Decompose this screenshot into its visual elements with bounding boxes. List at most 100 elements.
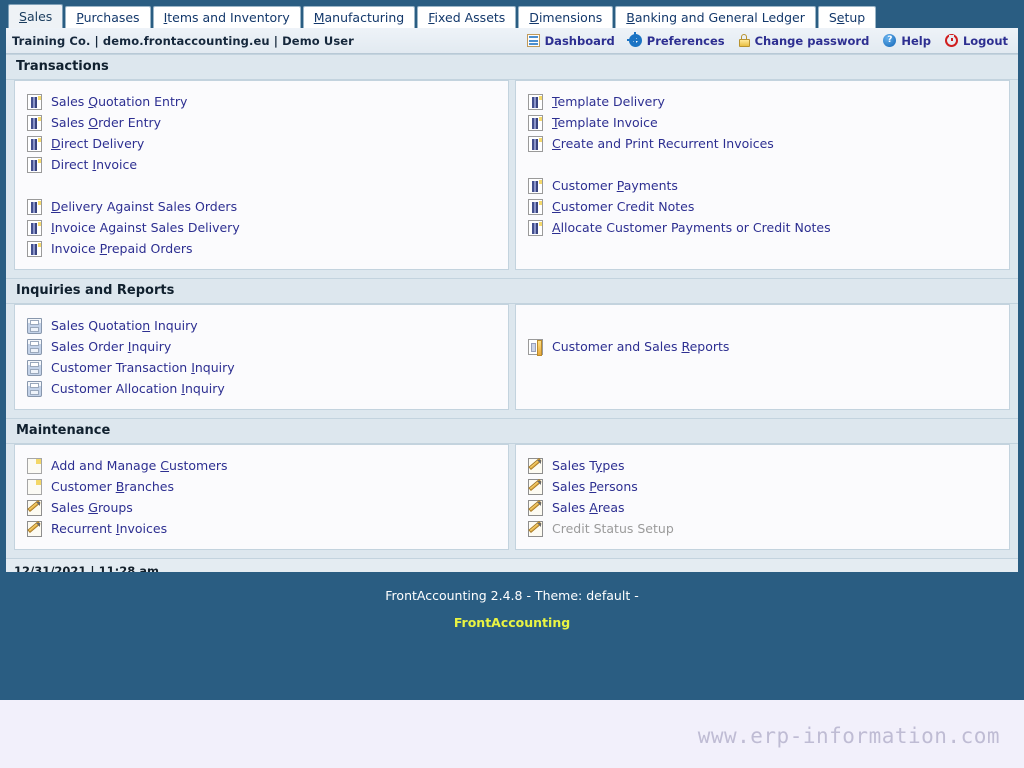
menu-item-sales-types[interactable]: Sales Types [528,455,999,476]
tab-banking-and-general-ledger[interactable]: Banking and General Ledger [615,6,816,28]
menu-item-label: Credit Status Setup [552,521,674,536]
header-link-logout[interactable]: Logout [945,34,1008,48]
menu-column-right: Customer and Sales Reports [515,304,1010,410]
menu-item-recurrent-invoices[interactable]: Recurrent Invoices [27,518,498,539]
tab-dimensions[interactable]: Dimensions [518,6,613,28]
menu-item-credit-status-setup: Credit Status Setup [528,518,999,539]
menu-item-template-invoice[interactable]: Template Invoice [528,112,999,133]
menu-item-customer-branches[interactable]: Customer Branches [27,476,498,497]
menu-column-left: Sales Quotation Entry Sales Order Entry Di… [14,80,509,270]
document-icon [27,157,42,173]
menu-item-label: Sales Groups [51,500,133,515]
document-icon [27,199,42,215]
section-header-transactions: Transactions [6,54,1018,80]
tab-fixed-assets[interactable]: Fixed Assets [417,6,516,28]
menu-item-label: Direct Invoice [51,157,137,172]
menu-item-sales-areas[interactable]: Sales Areas [528,497,999,518]
menu-item-template-delivery[interactable]: Template Delivery [528,91,999,112]
menu-item-allocate-customer-payments-or-credit-notes[interactable]: Allocate Customer Payments or Credit Not… [528,217,999,238]
document-icon [528,199,543,215]
menu-item-label: Sales Persons [552,479,638,494]
date-time-bar: 12/31/2021 | 11:28 am [6,558,1018,572]
inquiry-icon [27,381,42,397]
user-action-links: Dashboard Preferences Change password ?Help… [527,34,1008,48]
page-content: Training Co. | demo.frontaccounting.eu |… [0,28,1024,572]
menu-item-label: Customer Transaction Inquiry [51,360,235,375]
app-footer: FrontAccounting 2.4.8 - Theme: default -… [0,572,1024,684]
section-header-inquiries-and-reports: Inquiries and Reports [6,278,1018,304]
edit-icon [27,500,42,516]
menu-item-sales-quotation-entry[interactable]: Sales Quotation Entry [27,91,498,112]
tab-purchases[interactable]: Purchases [65,6,150,28]
menu-item-label: Invoice Prepaid Orders [51,241,193,256]
inquiry-icon [27,360,42,376]
frontaccounting-link[interactable]: FrontAccounting [454,615,570,630]
tab-manufacturing[interactable]: Manufacturing [303,6,416,28]
menu-item-label: Sales Types [552,458,624,473]
edit-icon [528,479,543,495]
menu-item-sales-groups[interactable]: Sales Groups [27,497,498,518]
document-icon [528,136,543,152]
menu-item-sales-order-entry[interactable]: Sales Order Entry [27,112,498,133]
tab-sales[interactable]: Sales [8,4,63,28]
menu-item-label: Sales Order Entry [51,115,161,130]
tab-setup[interactable]: Setup [818,6,876,28]
menu-item-invoice-against-sales-delivery[interactable]: Invoice Against Sales Delivery [27,217,498,238]
menu-item-label: Sales Order Inquiry [51,339,171,354]
menu-column-left: Sales Quotation Inquiry Sales Order Inqui… [14,304,509,410]
menu-item-label: Add and Manage Customers [51,458,228,473]
lock-icon [739,34,750,47]
page-icon [27,479,42,495]
section-body: Sales Quotation Entry Sales Order Entry Di… [6,80,1018,278]
menu-item-label: Invoice Against Sales Delivery [51,220,240,235]
menu-item-customer-allocation-inquiry[interactable]: Customer Allocation Inquiry [27,378,498,399]
header-link-label: Help [901,34,931,48]
document-icon [27,136,42,152]
menu-item-label: Customer Credit Notes [552,199,694,214]
document-icon [27,94,42,110]
menu-column-right: Template DeliveryTemplate InvoiceCreate … [515,80,1010,270]
watermark-text: www.erp-information.com [698,724,1000,748]
document-icon [27,241,42,257]
menu-item-direct-delivery[interactable]: Direct Delivery [27,133,498,154]
menu-item-delivery-against-sales-orders[interactable]: Delivery Against Sales Orders [27,196,498,217]
version-text: FrontAccounting 2.4.8 - Theme: default - [0,588,1024,603]
document-icon [528,115,543,131]
header-link-change-password[interactable]: Change password [739,34,870,48]
menu-spacer [528,315,999,336]
menu-item-sales-persons[interactable]: Sales Persons [528,476,999,497]
menu-item-customer-credit-notes[interactable]: Customer Credit Notes [528,196,999,217]
menu-item-label: Recurrent Invoices [51,521,167,536]
tab-items-and-inventory[interactable]: Items and Inventory [153,6,301,28]
menu-item-sales-order-inquiry[interactable]: Sales Order Inquiry [27,336,498,357]
header-link-help[interactable]: ?Help [883,34,931,48]
menu-item-customer-and-sales-reports[interactable]: Customer and Sales Reports [528,336,999,357]
header-link-label: Logout [963,34,1008,48]
document-icon [528,94,543,110]
menu-item-invoice-prepaid-orders[interactable]: Invoice Prepaid Orders [27,238,498,259]
menu-item-label: Customer and Sales Reports [552,339,729,354]
menu-spacer [27,175,498,196]
document-icon [27,115,42,131]
section-header-maintenance: Maintenance [6,418,1018,444]
menu-item-label: Delivery Against Sales Orders [51,199,237,214]
header-link-preferences[interactable]: Preferences [629,34,725,48]
menu-item-add-and-manage-customers[interactable]: Add and Manage Customers [27,455,498,476]
menu-item-label: Customer Allocation Inquiry [51,381,225,396]
menu-item-label: Customer Branches [51,479,174,494]
menu-item-customer-transaction-inquiry[interactable]: Customer Transaction Inquiry [27,357,498,378]
inquiry-icon [27,318,42,334]
section-body: Add and Manage Customers Customer Branche… [6,444,1018,558]
main-tab-bar: SalesPurchasesItems and InventoryManufac… [0,0,1024,28]
header-link-label: Preferences [647,34,725,48]
page-icon [27,458,42,474]
gear-icon [629,34,642,47]
menu-item-customer-payments[interactable]: Customer Payments [528,175,999,196]
frontaccounting-window: SalesPurchasesItems and InventoryManufac… [0,0,1024,700]
menu-item-sales-quotation-inquiry[interactable]: Sales Quotation Inquiry [27,315,498,336]
menu-item-direct-invoice[interactable]: Direct Invoice [27,154,498,175]
menu-item-label: Sales Areas [552,500,625,515]
menu-item-create-and-print-recurrent-invoices[interactable]: Create and Print Recurrent Invoices [528,133,999,154]
header-link-dashboard[interactable]: Dashboard [527,34,615,48]
menu-item-label: Customer Payments [552,178,678,193]
